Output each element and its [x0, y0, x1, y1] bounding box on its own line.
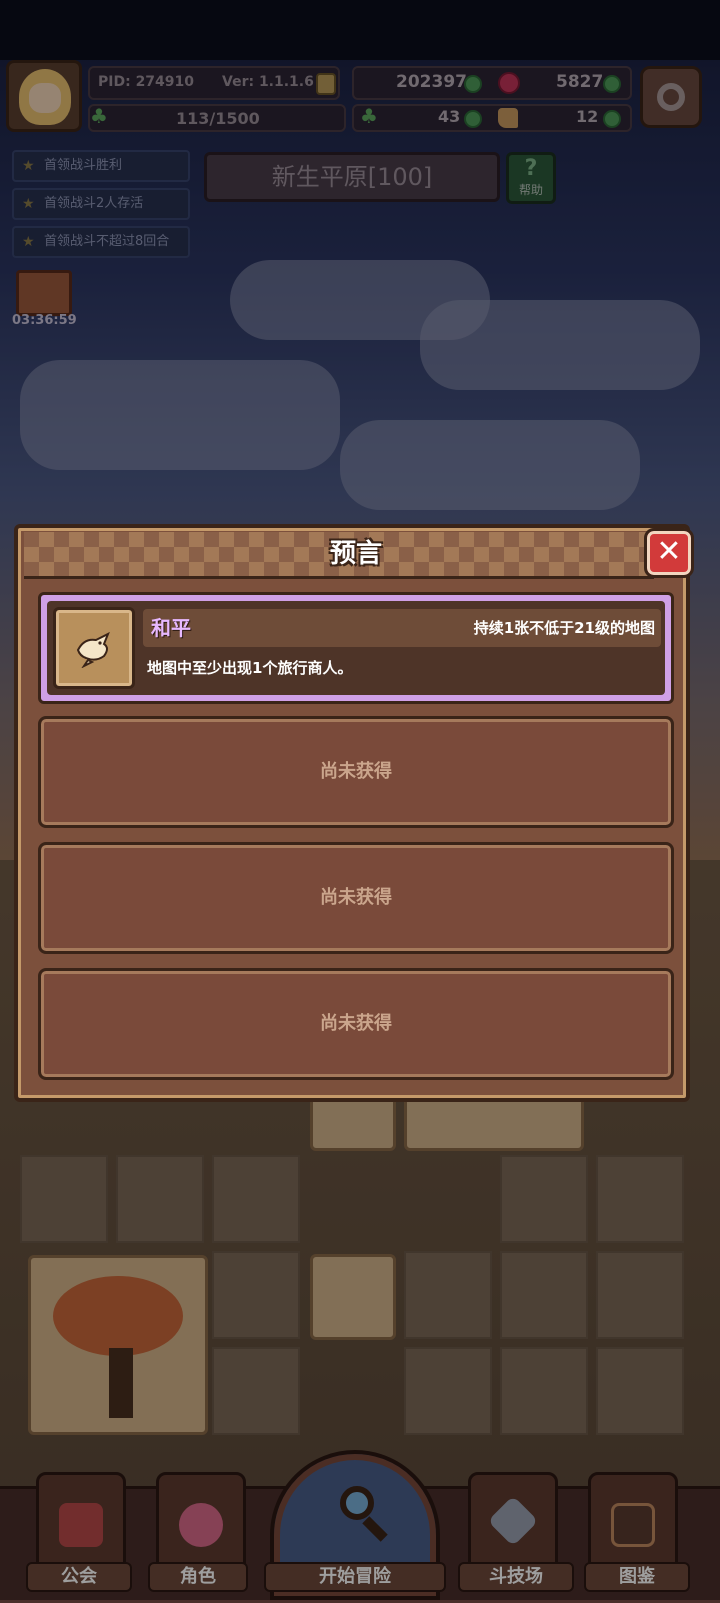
prophecy-icon-frame: [53, 607, 135, 689]
dove-icon: [76, 631, 110, 668]
locked-slot-label: 尚未获得: [320, 761, 392, 782]
prophecy-description: 地图中至少出现1个旅行商人。: [147, 659, 353, 677]
modal-title: 预言: [329, 539, 382, 569]
locked-slot-label: 尚未获得: [320, 887, 392, 908]
prophecy-name: 和平: [151, 616, 191, 640]
locked-slot-label: 尚未获得: [320, 1013, 392, 1034]
prophecy-modal: 预言 ✕ 和平 持续1张不低于21级的地图 地图中至少出现1个旅行商人。 尚未获…: [14, 524, 694, 1102]
prophecy-card[interactable]: 和平 持续1张不低于21级的地图 地图中至少出现1个旅行商人。: [38, 592, 674, 704]
locked-prophecy-slot[interactable]: 尚未获得: [38, 968, 674, 1080]
close-button[interactable]: ✕: [644, 528, 694, 578]
locked-prophecy-slot[interactable]: 尚未获得: [38, 716, 674, 828]
prophecy-card-inner: 和平 持续1张不低于21级的地图 地图中至少出现1个旅行商人。: [47, 601, 665, 695]
prophecy-condition: 持续1张不低于21级的地图: [473, 619, 655, 637]
locked-prophecy-slot[interactable]: 尚未获得: [38, 842, 674, 954]
